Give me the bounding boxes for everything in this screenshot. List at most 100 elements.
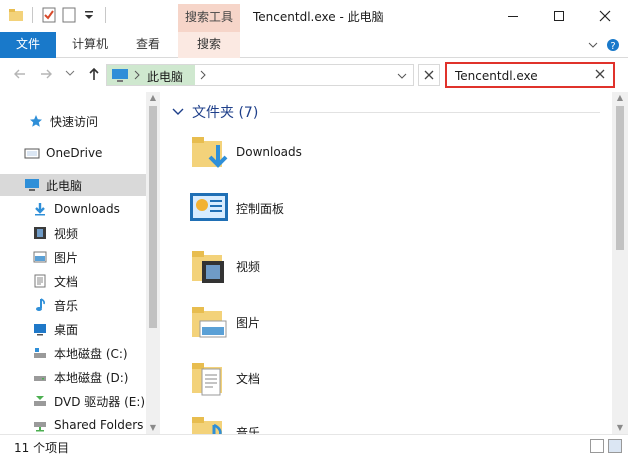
tab-search[interactable]: 搜索 (178, 32, 240, 58)
chevron-right-icon[interactable] (199, 70, 207, 80)
arrow-right-icon (41, 69, 52, 79)
folder-item-videos[interactable]: 视频 (188, 244, 260, 288)
picture-icon (32, 249, 48, 265)
chevron-right-icon[interactable] (133, 70, 141, 80)
chevron-down-icon[interactable] (588, 40, 598, 50)
item-label: 文档 (236, 371, 261, 386)
large-icons-view-icon[interactable] (608, 439, 622, 453)
star-icon (28, 113, 44, 129)
pictures-folder-icon (188, 301, 230, 343)
scrollbar-thumb[interactable] (149, 106, 157, 328)
folder-item-music[interactable]: 音乐 (188, 410, 260, 434)
nav-item-label: 图片 (54, 250, 79, 265)
control-panel-icon (188, 187, 230, 229)
minimize-button[interactable] (490, 0, 536, 32)
maximize-icon (554, 11, 564, 21)
nav-item-quick-access[interactable]: 快速访问 (0, 110, 146, 132)
close-icon (599, 10, 611, 22)
nav-item-downloads[interactable]: Downloads (0, 198, 146, 220)
close-icon (424, 70, 434, 80)
nav-item-dvd-drive[interactable]: DVD 驱动器 (E:) (0, 390, 146, 412)
nav-item-videos[interactable]: 视频 (0, 222, 146, 244)
downloads-folder-icon (188, 131, 230, 173)
scroll-up-arrow[interactable]: ▲ (612, 92, 628, 104)
nav-item-music[interactable]: 音乐 (0, 294, 146, 316)
network-drive-icon (32, 417, 48, 433)
details-view-icon[interactable] (590, 439, 604, 453)
computer-icon (112, 69, 128, 82)
nav-item-label: 桌面 (54, 322, 79, 337)
nav-item-shared-folders[interactable]: Shared Folders (0, 414, 146, 434)
nav-item-label: 此电脑 (46, 178, 83, 193)
computer-icon (24, 177, 40, 193)
nav-item-label: 快速访问 (50, 114, 99, 129)
nav-item-label: Shared Folders (54, 418, 144, 432)
windows-drive-icon (32, 345, 48, 361)
nav-item-label: DVD 驱动器 (E:) (54, 394, 146, 409)
ribbon-tab-bar: 文件 计算机 查看 搜索 ? (0, 32, 628, 58)
properties-icon[interactable] (41, 7, 57, 23)
documents-folder-icon (188, 357, 230, 399)
breadcrumb[interactable]: 此电脑 (147, 68, 183, 85)
nav-item-documents[interactable]: 文档 (0, 270, 146, 292)
nav-item-this-pc[interactable]: 此电脑 (0, 174, 146, 196)
arrow-left-icon (14, 69, 25, 79)
cloud-icon (24, 145, 40, 161)
tab-view[interactable]: 查看 (122, 32, 174, 58)
customize-dropdown-icon[interactable] (81, 7, 97, 23)
clear-search-button[interactable] (595, 68, 605, 82)
help-icon[interactable]: ? (606, 38, 620, 52)
nav-item-drive-d[interactable]: 本地磁盘 (D:) (0, 366, 146, 388)
arrow-up-icon (89, 67, 99, 80)
up-button[interactable] (86, 67, 102, 83)
search-input[interactable]: Tencentdl.exe (445, 62, 615, 88)
nav-item-label: Downloads (54, 202, 120, 216)
folder-item-control-panel[interactable]: 控制面板 (188, 186, 284, 230)
navigation-pane[interactable]: 快速访问 OneDrive 此电脑 Downloads 视频 图片 文档 音乐 … (0, 92, 146, 434)
quick-access-toolbar (8, 7, 110, 23)
drive-icon (32, 369, 48, 385)
maximize-button[interactable] (536, 0, 582, 32)
item-label: 图片 (236, 315, 261, 330)
tab-computer[interactable]: 计算机 (62, 32, 118, 58)
nav-item-label: 本地磁盘 (D:) (54, 370, 129, 385)
folder-item-documents[interactable]: 文档 (188, 356, 260, 400)
folder-icon[interactable] (8, 7, 24, 23)
close-button[interactable] (582, 0, 628, 32)
address-bar[interactable]: 此电脑 (106, 64, 414, 86)
tab-file[interactable]: 文件 (0, 32, 56, 58)
window-title: Tencentdl.exe - 此电脑 (253, 10, 384, 24)
content-scrollbar[interactable]: ▲ ▼ (612, 92, 628, 434)
nav-item-desktop[interactable]: 桌面 (0, 318, 146, 340)
content-pane: 文件夹 (7) Downloads 控制面板 视频 图片 文档 音乐 (160, 92, 612, 434)
scrollbar-thumb[interactable] (616, 106, 624, 250)
chevron-down-icon (172, 108, 184, 115)
back-button[interactable] (12, 67, 28, 83)
scroll-up-arrow[interactable]: ▲ (146, 92, 160, 104)
folder-item-downloads[interactable]: Downloads (188, 130, 302, 174)
address-row: 此电脑 Tencentdl.exe (0, 58, 628, 92)
nav-item-label: 文档 (54, 274, 79, 289)
group-header[interactable]: 文件夹 (7) (172, 102, 258, 122)
navigation-scrollbar[interactable]: ▲ ▼ (146, 92, 160, 434)
music-note-icon (32, 297, 48, 313)
toolbar-divider (105, 7, 106, 23)
new-folder-icon[interactable] (61, 7, 77, 23)
item-label: 音乐 (236, 425, 261, 435)
chevron-down-icon (65, 70, 75, 76)
recent-locations-button[interactable] (62, 67, 78, 83)
nav-item-drive-c[interactable]: 本地磁盘 (C:) (0, 342, 146, 364)
nav-item-pictures[interactable]: 图片 (0, 246, 146, 268)
forward-button[interactable] (38, 67, 54, 83)
refresh-button[interactable] (418, 64, 440, 86)
film-icon (32, 225, 48, 241)
title-bar: 搜索工具 Tencentdl.exe - 此电脑 (0, 0, 628, 32)
folder-item-pictures[interactable]: 图片 (188, 300, 260, 344)
scroll-down-arrow[interactable]: ▼ (146, 422, 160, 434)
item-label: 视频 (236, 259, 261, 274)
chevron-down-icon[interactable] (397, 71, 407, 81)
scroll-down-arrow[interactable]: ▼ (612, 422, 628, 434)
group-divider (270, 112, 600, 113)
search-query[interactable]: Tencentdl.exe (455, 69, 538, 83)
nav-item-onedrive[interactable]: OneDrive (0, 142, 146, 164)
